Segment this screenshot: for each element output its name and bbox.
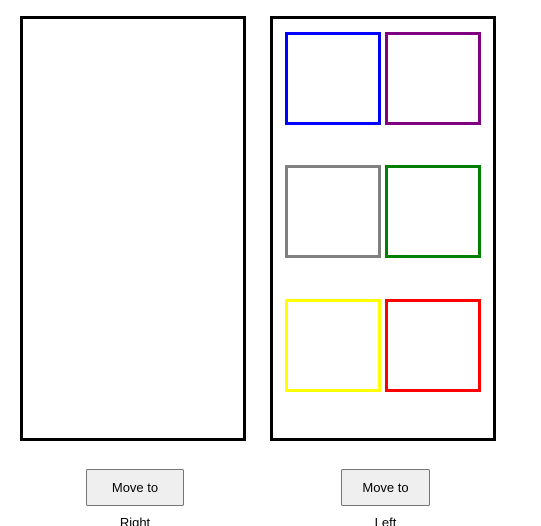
color-box[interactable]	[385, 165, 481, 258]
move-to-right-button[interactable]: Move to Right	[86, 469, 184, 526]
move-to-left-button[interactable]: Move to Left	[341, 469, 430, 526]
color-box[interactable]	[385, 299, 481, 392]
left-container[interactable]	[20, 16, 246, 441]
color-box[interactable]	[385, 32, 481, 125]
right-container[interactable]	[270, 16, 496, 441]
color-box[interactable]	[285, 165, 381, 258]
color-box[interactable]	[285, 299, 381, 392]
app-stage: Move to Right Move to Left	[0, 0, 541, 526]
color-box[interactable]	[285, 32, 381, 125]
